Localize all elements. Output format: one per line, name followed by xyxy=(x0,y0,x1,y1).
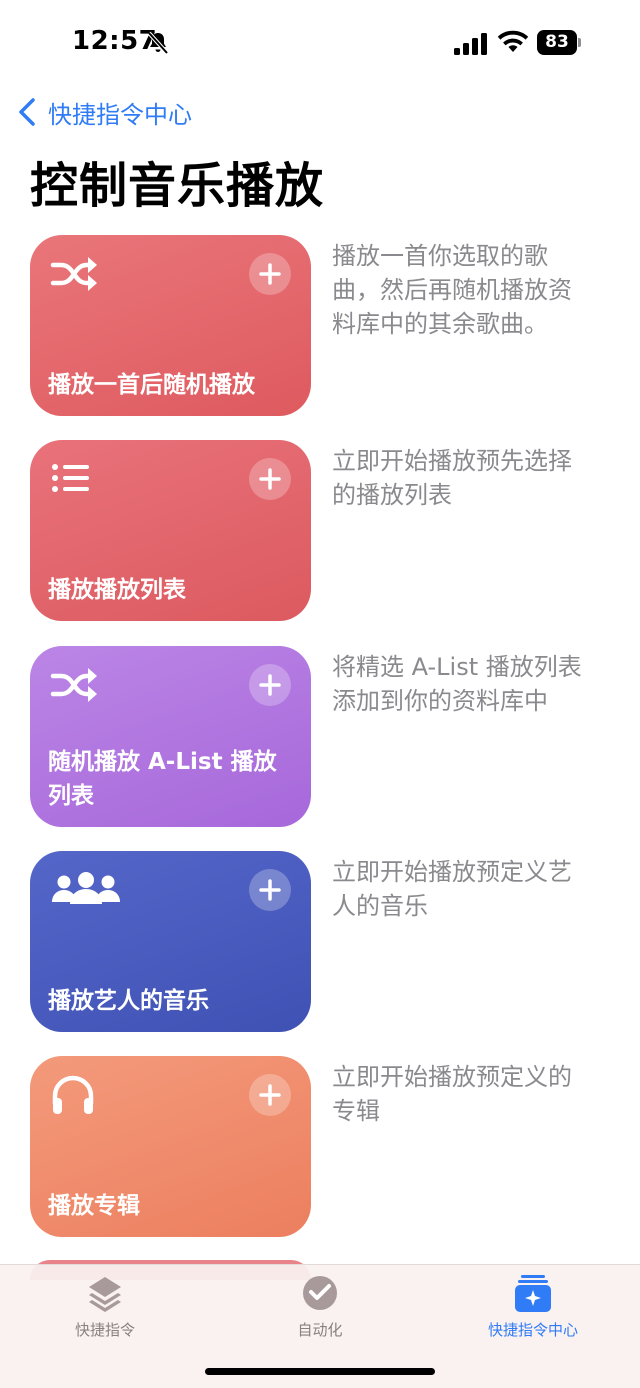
back-button-label: 快捷指令中心 xyxy=(48,100,192,129)
plus-icon xyxy=(259,263,281,285)
shortcut-card-play-album[interactable]: 播放专辑 xyxy=(30,1056,311,1237)
plus-icon xyxy=(259,674,281,696)
add-shortcut-button[interactable] xyxy=(249,458,291,500)
chevron-left-icon xyxy=(19,98,35,126)
shortcut-card-title: 随机播放 A-List 播放列表 xyxy=(48,749,277,809)
shuffle-icon xyxy=(50,668,97,702)
shortcut-card-play-playlist[interactable]: 播放播放列表 xyxy=(30,440,311,621)
layers-icon xyxy=(89,1277,121,1312)
tab-shortcuts[interactable]: 快捷指令 xyxy=(15,1273,195,1340)
cellular-signal-icon xyxy=(454,33,487,55)
shortcut-description: 将精选 A-List 播放列表添加到你的资料库中 xyxy=(332,653,582,715)
shortcut-row: 随机播放 A-List 播放列表 将精选 A-List 播放列表添加到你的资料库… xyxy=(0,646,640,831)
status-time: 12:57 xyxy=(72,26,158,56)
home-indicator[interactable] xyxy=(205,1368,435,1375)
tab-label: 快捷指令 xyxy=(74,1321,135,1339)
shortcut-description: 立即开始播放预定义艺人的音乐 xyxy=(332,858,572,920)
tab-automation[interactable]: 自动化 xyxy=(230,1273,410,1340)
headphones-icon xyxy=(52,1075,94,1114)
shortcut-card-title: 播放一首后随机播放 xyxy=(48,372,255,398)
shuffle-icon xyxy=(50,257,97,291)
shortcut-card-title: 播放专辑 xyxy=(48,1193,140,1219)
shortcut-card-title: 播放艺人的音乐 xyxy=(48,988,209,1014)
gallery-sparkle-icon xyxy=(515,1275,551,1312)
shortcut-row: 播放专辑 立即开始播放预定义的专辑 xyxy=(0,1056,640,1241)
shortcut-card-shuffle-after-one[interactable]: 播放一首后随机播放 xyxy=(30,235,311,416)
battery-indicator: 83 xyxy=(537,30,581,55)
back-button[interactable]: 快捷指令中心 xyxy=(16,94,192,130)
tab-label: 自动化 xyxy=(297,1321,343,1339)
tab-bar: 快捷指令 自动化 快捷指令中心 xyxy=(0,1264,640,1388)
plus-icon xyxy=(259,879,281,901)
status-bar: 12:57 83 xyxy=(0,0,640,88)
shortcut-card-title: 播放播放列表 xyxy=(48,577,186,603)
people-icon xyxy=(52,872,120,904)
clock-check-icon xyxy=(303,1276,337,1310)
wifi-icon xyxy=(497,30,529,52)
plus-icon xyxy=(259,1084,281,1106)
battery-level: 83 xyxy=(537,30,577,55)
list-icon xyxy=(52,464,89,492)
page-title: 控制音乐播放 xyxy=(30,158,325,214)
shortcut-description: 立即开始播放预先选择的播放列表 xyxy=(332,447,572,509)
add-shortcut-button[interactable] xyxy=(249,664,291,706)
shortcut-row: 播放播放列表 立即开始播放预先选择的播放列表 xyxy=(0,440,640,625)
tab-gallery[interactable]: 快捷指令中心 xyxy=(443,1273,623,1340)
add-shortcut-button[interactable] xyxy=(249,869,291,911)
bell-slash-icon xyxy=(147,31,169,55)
shortcut-card-shuffle-a-list[interactable]: 随机播放 A-List 播放列表 xyxy=(30,646,311,827)
shortcut-description: 播放一首你选取的歌曲，然后再随机播放资料库中的其余歌曲。 xyxy=(332,242,572,338)
add-shortcut-button[interactable] xyxy=(249,253,291,295)
plus-icon xyxy=(259,468,281,490)
shortcut-description: 立即开始播放预定义的专辑 xyxy=(332,1063,572,1125)
battery-tip xyxy=(578,38,581,47)
shortcut-row: 播放一首后随机播放 播放一首你选取的歌曲，然后再随机播放资料库中的其余歌曲。 xyxy=(0,235,640,420)
shortcut-card-play-artist[interactable]: 播放艺人的音乐 xyxy=(30,851,311,1032)
shortcut-row: 播放艺人的音乐 立即开始播放预定义艺人的音乐 xyxy=(0,851,640,1036)
tab-label: 快捷指令中心 xyxy=(487,1321,578,1339)
add-shortcut-button[interactable] xyxy=(249,1074,291,1116)
